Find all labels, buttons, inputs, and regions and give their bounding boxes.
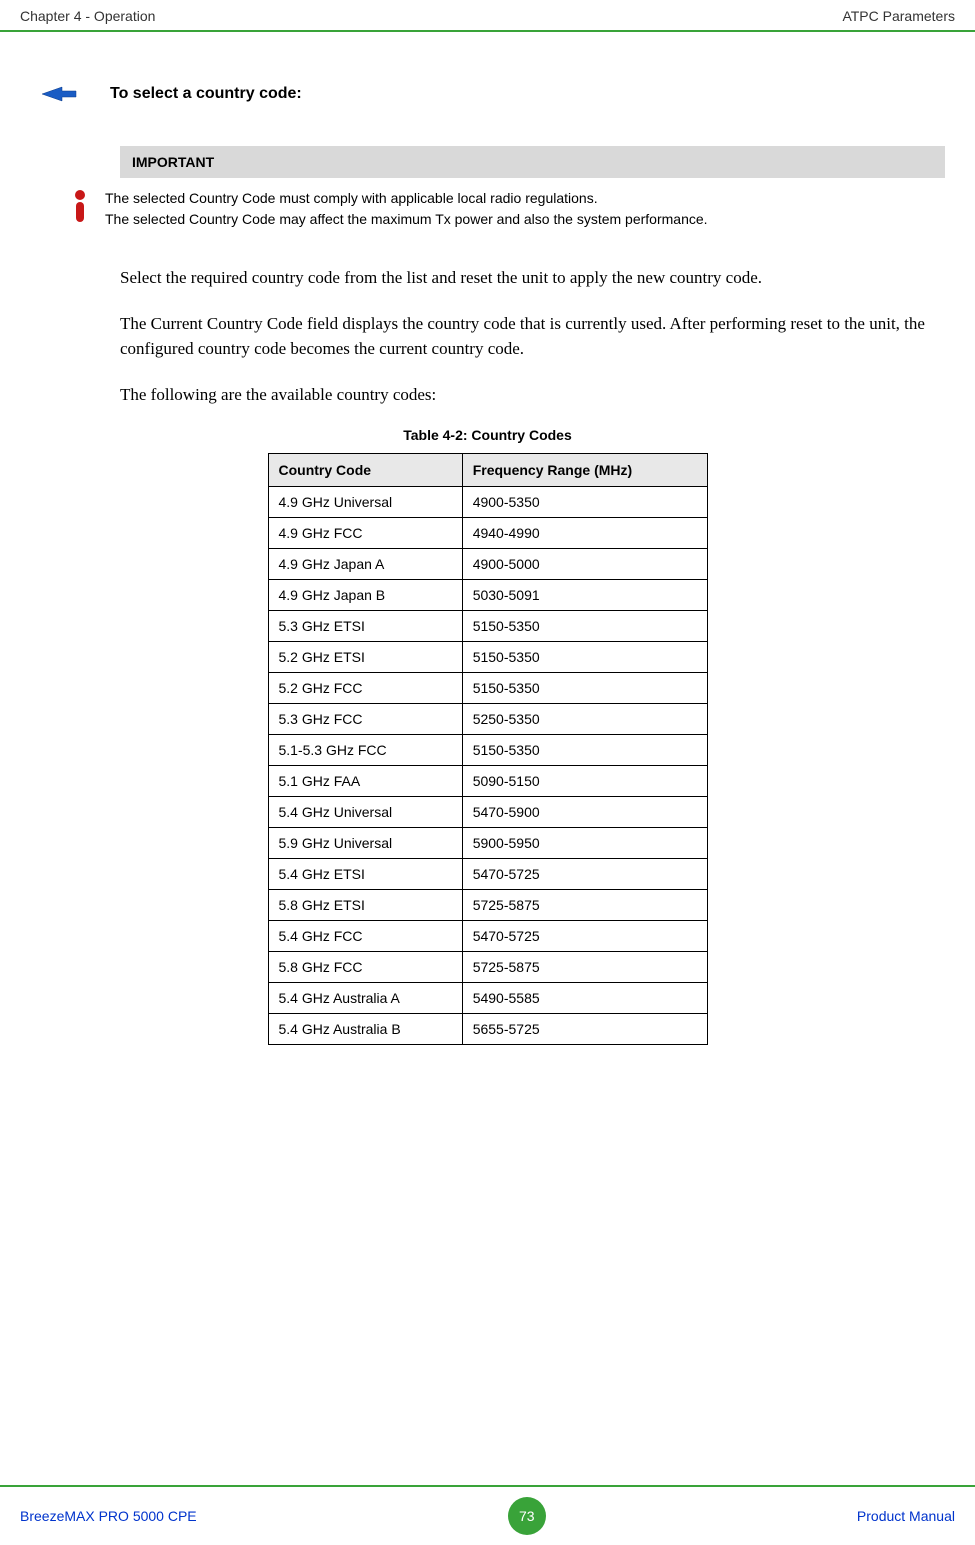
table-cell: 4900-5000 (462, 549, 707, 580)
table-cell: 5470-5725 (462, 921, 707, 952)
page-number-badge: 73 (508, 1497, 546, 1535)
table-row: 5.4 GHz Universal5470-5900 (268, 797, 707, 828)
table-cell: 5725-5875 (462, 952, 707, 983)
table-cell: 5.2 GHz FCC (268, 673, 462, 704)
table-cell: 5470-5900 (462, 797, 707, 828)
table-row: 4.9 GHz Japan B5030-5091 (268, 580, 707, 611)
table-cell: 4.9 GHz Universal (268, 487, 462, 518)
important-label: IMPORTANT (120, 146, 945, 178)
table-cell: 4.9 GHz Japan B (268, 580, 462, 611)
table-row: 5.4 GHz Australia A5490-5585 (268, 983, 707, 1014)
table-row: 5.8 GHz FCC5725-5875 (268, 952, 707, 983)
page-content: To select a country code: IMPORTANT The … (0, 32, 975, 1045)
info-icon (55, 190, 105, 224)
section-heading: To select a country code: (110, 85, 302, 103)
table-cell: 5.8 GHz FCC (268, 952, 462, 983)
table-row: 5.4 GHz FCC5470-5725 (268, 921, 707, 952)
section-heading-row: To select a country code: (40, 82, 945, 106)
table-row: 4.9 GHz Universal4900-5350 (268, 487, 707, 518)
table-cell: 5900-5950 (462, 828, 707, 859)
table-cell: 5655-5725 (462, 1014, 707, 1045)
paragraph-2: The Current Country Code field displays … (120, 311, 925, 362)
table-row: 5.2 GHz ETSI5150-5350 (268, 642, 707, 673)
table-cell: 5150-5350 (462, 673, 707, 704)
table-cell: 5.4 GHz Australia A (268, 983, 462, 1014)
table-cell: 5030-5091 (462, 580, 707, 611)
table-cell: 5.3 GHz ETSI (268, 611, 462, 642)
header-right: ATPC Parameters (842, 8, 955, 24)
table-cell: 5490-5585 (462, 983, 707, 1014)
table-row: 5.2 GHz FCC5150-5350 (268, 673, 707, 704)
table-caption: Table 4-2: Country Codes (30, 427, 945, 443)
page-header: Chapter 4 - Operation ATPC Parameters (0, 0, 975, 32)
table-row: 5.3 GHz FCC5250-5350 (268, 704, 707, 735)
country-codes-table: Country Code Frequency Range (MHz) 4.9 G… (268, 453, 708, 1045)
table-cell: 5.4 GHz FCC (268, 921, 462, 952)
table-row: 5.1-5.3 GHz FCC5150-5350 (268, 735, 707, 766)
table-cell: 5150-5350 (462, 642, 707, 673)
footer-product: BreezeMAX PRO 5000 CPE (20, 1508, 197, 1524)
table-row: 5.9 GHz Universal5900-5950 (268, 828, 707, 859)
table-row: 5.4 GHz ETSI5470-5725 (268, 859, 707, 890)
important-line2: The selected Country Code may affect the… (105, 209, 708, 230)
table-row: 4.9 GHz Japan A4900-5000 (268, 549, 707, 580)
paragraph-3: The following are the available country … (120, 382, 925, 408)
table-header-row: Country Code Frequency Range (MHz) (268, 454, 707, 487)
table-cell: 4940-4990 (462, 518, 707, 549)
table-cell: 5.3 GHz FCC (268, 704, 462, 735)
important-callout: IMPORTANT The selected Country Code must… (120, 146, 945, 240)
table-header-freq: Frequency Range (MHz) (462, 454, 707, 487)
page-footer: BreezeMAX PRO 5000 CPE 73 Product Manual (0, 1485, 975, 1545)
important-body: The selected Country Code must comply wi… (55, 178, 945, 240)
important-text: The selected Country Code must comply wi… (105, 188, 708, 230)
table-row: 5.8 GHz ETSI5725-5875 (268, 890, 707, 921)
table-cell: 5725-5875 (462, 890, 707, 921)
important-line1: The selected Country Code must comply wi… (105, 188, 708, 209)
table-cell: 5.4 GHz Universal (268, 797, 462, 828)
table-cell: 5.4 GHz Australia B (268, 1014, 462, 1045)
table-cell: 4.9 GHz Japan A (268, 549, 462, 580)
table-cell: 5250-5350 (462, 704, 707, 735)
paragraph-1: Select the required country code from th… (120, 265, 925, 291)
table-cell: 5470-5725 (462, 859, 707, 890)
table-cell: 5.1-5.3 GHz FCC (268, 735, 462, 766)
table-cell: 5.4 GHz ETSI (268, 859, 462, 890)
table-row: 5.3 GHz ETSI5150-5350 (268, 611, 707, 642)
arrow-icon (40, 82, 80, 106)
header-left: Chapter 4 - Operation (20, 8, 155, 24)
table-header-code: Country Code (268, 454, 462, 487)
table-cell: 5.9 GHz Universal (268, 828, 462, 859)
table-row: 5.4 GHz Australia B5655-5725 (268, 1014, 707, 1045)
footer-manual: Product Manual (857, 1508, 955, 1524)
table-cell: 5150-5350 (462, 735, 707, 766)
table-cell: 5.2 GHz ETSI (268, 642, 462, 673)
table-cell: 5090-5150 (462, 766, 707, 797)
table-cell: 5150-5350 (462, 611, 707, 642)
table-row: 5.1 GHz FAA5090-5150 (268, 766, 707, 797)
table-row: 4.9 GHz FCC4940-4990 (268, 518, 707, 549)
table-cell: 5.8 GHz ETSI (268, 890, 462, 921)
table-cell: 4.9 GHz FCC (268, 518, 462, 549)
table-cell: 4900-5350 (462, 487, 707, 518)
table-cell: 5.1 GHz FAA (268, 766, 462, 797)
